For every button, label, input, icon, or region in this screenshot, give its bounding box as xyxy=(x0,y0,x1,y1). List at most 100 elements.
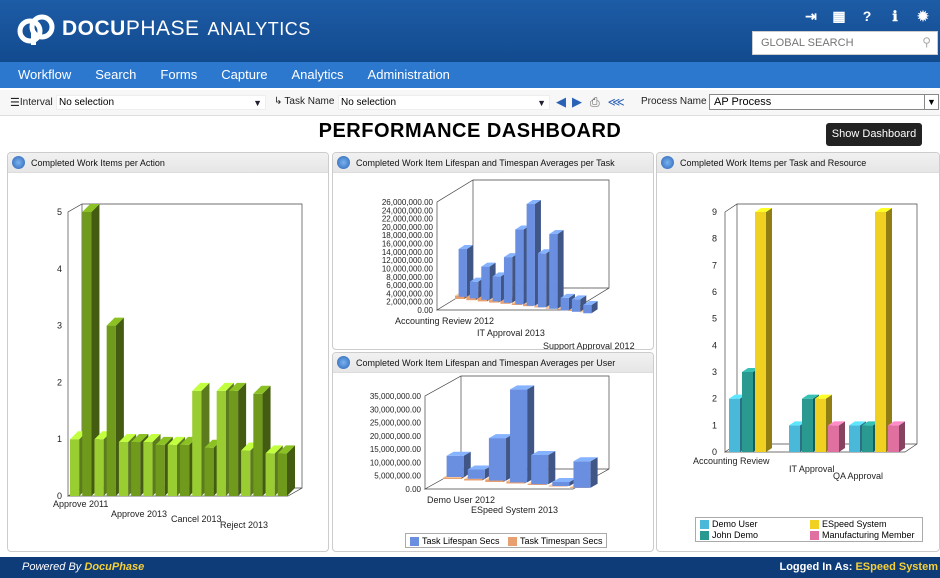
x-tick-label: Accounting Review xyxy=(693,456,770,466)
chevron-down-icon: ▼ xyxy=(253,98,262,108)
page-title: PERFORMANCE DASHBOARD xyxy=(318,120,622,142)
bar-john-demo xyxy=(742,372,753,452)
y-tick-label: 18,000,000.00 xyxy=(382,231,434,240)
interval-icon: ☰ xyxy=(10,97,20,109)
chart-legend: Task Lifespan Secs Task Timespan Secs xyxy=(405,533,607,548)
bar-lifespan xyxy=(583,304,592,314)
panel-work-items-per-task-resource: Completed Work Items per Task and Resour… xyxy=(656,152,940,552)
bar xyxy=(228,390,239,496)
bar xyxy=(167,444,177,496)
y-tick-label: 30,000,000.00 xyxy=(370,405,422,414)
info-icon[interactable]: ℹ xyxy=(884,7,906,25)
nav-capture[interactable]: Capture xyxy=(209,62,279,88)
y-tick-label: 8 xyxy=(712,234,717,244)
bar xyxy=(265,453,275,496)
y-tick-label: 4 xyxy=(712,340,717,350)
bar-espeed-system xyxy=(875,212,886,452)
bar-lifespan xyxy=(503,257,513,303)
y-tick-label: 9 xyxy=(712,207,717,217)
panel-averages-per-user: Completed Work Item Lifespan and Timespa… xyxy=(332,352,654,552)
task-name-select[interactable]: No selection ▼ xyxy=(338,95,550,110)
task-name-label: ↳ Task Name xyxy=(274,96,335,107)
nav-forms[interactable]: Forms xyxy=(148,62,209,88)
bar-lifespan-side xyxy=(590,457,598,488)
show-dashboard-button[interactable]: Show Dashboard xyxy=(826,123,922,146)
settings-icon[interactable]: ✹ xyxy=(912,7,934,25)
bar-john-demo xyxy=(862,425,873,452)
bar-demo-user xyxy=(789,425,800,452)
bar-lifespan xyxy=(488,438,507,481)
bar xyxy=(241,450,251,496)
print-icon[interactable]: ⎙ xyxy=(590,95,600,110)
nav-search[interactable]: Search xyxy=(83,62,148,88)
brand-suffix: ANALYTICS xyxy=(207,18,311,39)
bar-lifespan xyxy=(537,253,547,308)
x-tick-label: IT Approval xyxy=(789,464,834,474)
bar-timespan xyxy=(443,477,462,479)
legend-john-demo: John Demo xyxy=(700,530,758,540)
legend-timespan: Task Timespan Secs xyxy=(508,536,603,546)
panel-header: Completed Work Items per Task and Resour… xyxy=(657,153,939,173)
bar xyxy=(155,444,165,496)
bar-demo-user xyxy=(729,398,740,452)
chart-averages-per-user: 0.00 5,000,000.00 10,000,000.00 15,000,000.… xyxy=(370,375,610,515)
y-tick-label: 24,000,000.00 xyxy=(382,206,434,215)
bar-lifespan xyxy=(481,266,490,300)
calculator-icon[interactable]: ▦ xyxy=(828,7,850,25)
nav-workflow[interactable]: Workflow xyxy=(0,62,83,88)
panel-work-items-per-action: Completed Work Items per Action 0 1 2 3 4 5 Ap… xyxy=(7,152,329,552)
process-name-select[interactable]: AP Process ▼ xyxy=(709,94,939,110)
panel-averages-per-task: Completed Work Item Lifespan and Timespa… xyxy=(332,152,654,350)
y-tick-label: 8,000,000.00 xyxy=(386,273,433,282)
panel-collapse-icon[interactable] xyxy=(12,156,25,169)
bar xyxy=(216,390,226,496)
share-icon[interactable]: ⋘ xyxy=(608,95,625,109)
bar xyxy=(180,444,190,496)
next-icon[interactable]: ▶ xyxy=(572,94,582,110)
process-name-label: Process Name xyxy=(641,96,707,107)
y-tick-label: 1 xyxy=(57,434,62,444)
bar xyxy=(106,325,116,496)
brand-light: PHASE xyxy=(125,17,200,40)
panel-header: Completed Work Item Lifespan and Timespa… xyxy=(333,153,653,173)
y-tick-label: 35,000,000.00 xyxy=(370,392,422,401)
bar-lifespan xyxy=(458,249,467,297)
bar xyxy=(204,447,214,496)
nav-analytics[interactable]: Analytics xyxy=(280,62,356,88)
y-tick-label: 20,000,000.00 xyxy=(382,223,434,232)
x-tick-label: Cancel 2013 xyxy=(171,514,222,524)
bar-lifespan xyxy=(515,229,524,305)
panel-collapse-icon[interactable] xyxy=(661,156,674,169)
panel-collapse-icon[interactable] xyxy=(337,156,350,169)
logged-in-as: Logged In As: ESpeed System xyxy=(779,561,938,573)
interval-select[interactable]: No selection ▼ xyxy=(56,95,266,110)
panel-collapse-icon[interactable] xyxy=(337,356,350,369)
x-tick-label: Support Approval 2012 xyxy=(543,341,635,350)
bar-espeed-system xyxy=(815,398,826,452)
bar-manufacturing-member-side xyxy=(899,421,905,452)
y-tick-label: 1 xyxy=(712,420,717,430)
y-tick-label: 2 xyxy=(712,394,717,404)
logout-icon[interactable]: ⇥ xyxy=(800,7,822,25)
help-icon[interactable]: ? xyxy=(856,7,878,25)
bar-espeed-system-side xyxy=(766,208,772,452)
legend-lifespan: Task Lifespan Secs xyxy=(410,536,500,546)
global-search: ⚲ xyxy=(752,31,938,55)
docuphase-logo[interactable]: DOCU PHASE ANALYTICS xyxy=(16,13,311,45)
nav-administration[interactable]: Administration xyxy=(356,62,462,88)
bar-side xyxy=(287,445,295,496)
bar-lifespan xyxy=(531,454,549,485)
global-search-input[interactable] xyxy=(753,32,903,54)
chevron-down-icon: ▼ xyxy=(924,95,938,109)
y-tick-label: 2,000,000.00 xyxy=(386,298,433,307)
x-tick-label: Accounting Review 2012 xyxy=(395,316,494,326)
bar xyxy=(192,390,202,496)
y-tick-label: 22,000,000.00 xyxy=(382,215,434,224)
y-tick-label: 0.00 xyxy=(405,485,421,494)
task-icon: ↳ xyxy=(274,96,283,107)
docuphase-logo-icon xyxy=(17,14,55,45)
panel-header: Completed Work Item Lifespan and Timespa… xyxy=(333,353,653,373)
previous-icon[interactable]: ◀ xyxy=(556,94,566,110)
bar xyxy=(277,453,287,496)
search-icon[interactable]: ⚲ xyxy=(922,35,931,49)
